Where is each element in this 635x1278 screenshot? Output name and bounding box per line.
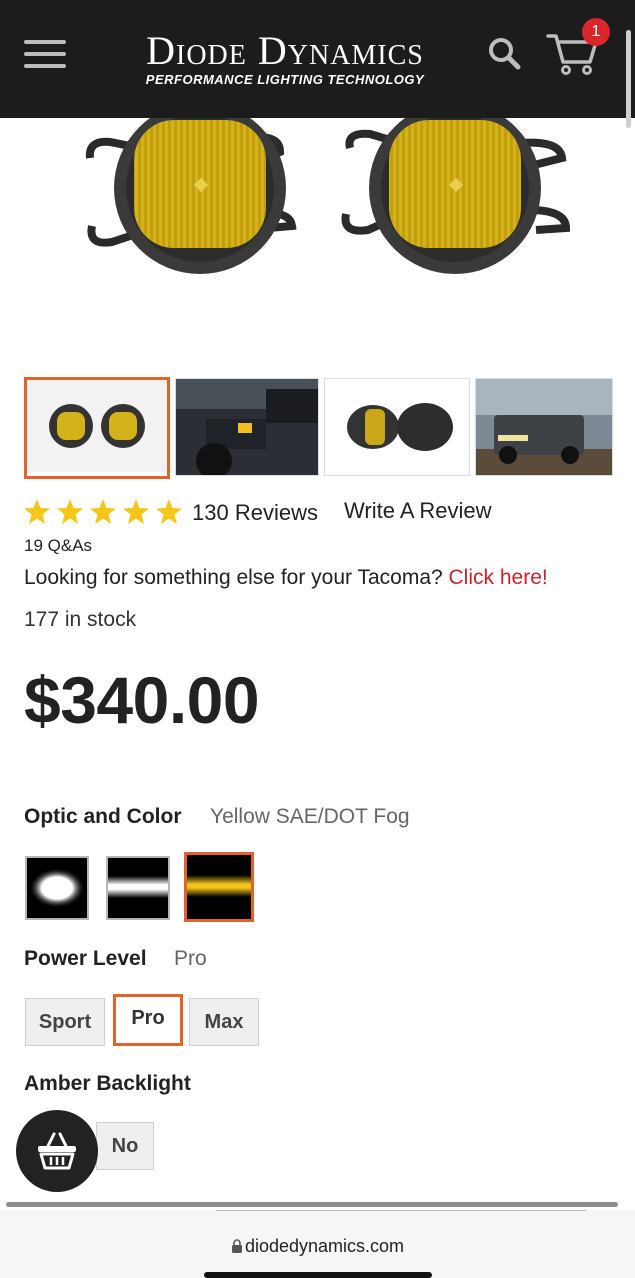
qa-link[interactable]: 19 Q&As bbox=[24, 536, 92, 556]
thumbnail-fog-lights-side[interactable] bbox=[324, 378, 470, 476]
promo-message: Looking for something else for your Taco… bbox=[24, 566, 449, 589]
promo-text: Looking for something else for your Taco… bbox=[24, 566, 548, 590]
power-level-value: Pro bbox=[174, 947, 207, 970]
product-thumbnails bbox=[24, 377, 614, 479]
tab-divider bbox=[216, 1210, 586, 1211]
hamburger-menu-icon[interactable] bbox=[24, 36, 68, 68]
brand-tagline: PERFORMANCE LIGHTING TECHNOLOGY bbox=[145, 72, 425, 87]
thumbnail-tacoma-truck[interactable] bbox=[475, 378, 613, 476]
cart-count-badge: 1 bbox=[582, 18, 610, 46]
star-rating[interactable] bbox=[24, 498, 184, 528]
backlight-option-no[interactable]: No bbox=[96, 1122, 154, 1170]
lock-icon bbox=[231, 1239, 242, 1253]
brand-name: Diode Dynamics bbox=[146, 28, 424, 73]
swatch-white-fog[interactable] bbox=[106, 856, 170, 920]
site-header: Diode Dynamics PERFORMANCE LIGHTING TECH… bbox=[0, 0, 635, 118]
url-text: diodedynamics.com bbox=[244, 1236, 405, 1256]
power-option-max[interactable]: Max bbox=[189, 998, 259, 1046]
brand-logo[interactable]: Diode Dynamics PERFORMANCE LIGHTING TECH… bbox=[100, 28, 470, 88]
product-price: $340.00 bbox=[24, 663, 260, 737]
horizontal-scrollbar[interactable] bbox=[6, 1202, 618, 1207]
optic-color-label: Optic and Color bbox=[24, 805, 182, 828]
floating-cart-button[interactable] bbox=[16, 1110, 98, 1192]
thumbnail-tacoma-front-bumper[interactable] bbox=[175, 378, 319, 476]
scrollbar[interactable] bbox=[626, 30, 631, 128]
power-option-sport[interactable]: Sport bbox=[25, 998, 105, 1046]
stock-status: 177 in stock bbox=[24, 608, 137, 631]
promo-link[interactable]: Click here! bbox=[449, 566, 548, 589]
url-field[interactable]: diodedynamics.com bbox=[0, 1236, 635, 1257]
amber-backlight-label: Amber Backlight bbox=[24, 1072, 191, 1095]
home-indicator[interactable] bbox=[204, 1272, 432, 1278]
power-option-pro[interactable]: Pro bbox=[113, 994, 183, 1046]
search-icon[interactable] bbox=[487, 36, 521, 70]
optic-color-value: Yellow SAE/DOT Fog bbox=[210, 805, 410, 828]
swatch-yellow-fog[interactable] bbox=[184, 852, 254, 922]
swatch-white-flood[interactable] bbox=[25, 856, 89, 920]
power-level-label: Power Level bbox=[24, 947, 147, 970]
basket-icon bbox=[38, 1132, 76, 1170]
thumbnail-fog-lights-pair[interactable] bbox=[24, 377, 170, 479]
review-count-link[interactable]: 130 Reviews bbox=[192, 500, 318, 526]
write-review-link[interactable]: Write A Review bbox=[344, 498, 492, 524]
product-main-image[interactable] bbox=[0, 118, 635, 358]
